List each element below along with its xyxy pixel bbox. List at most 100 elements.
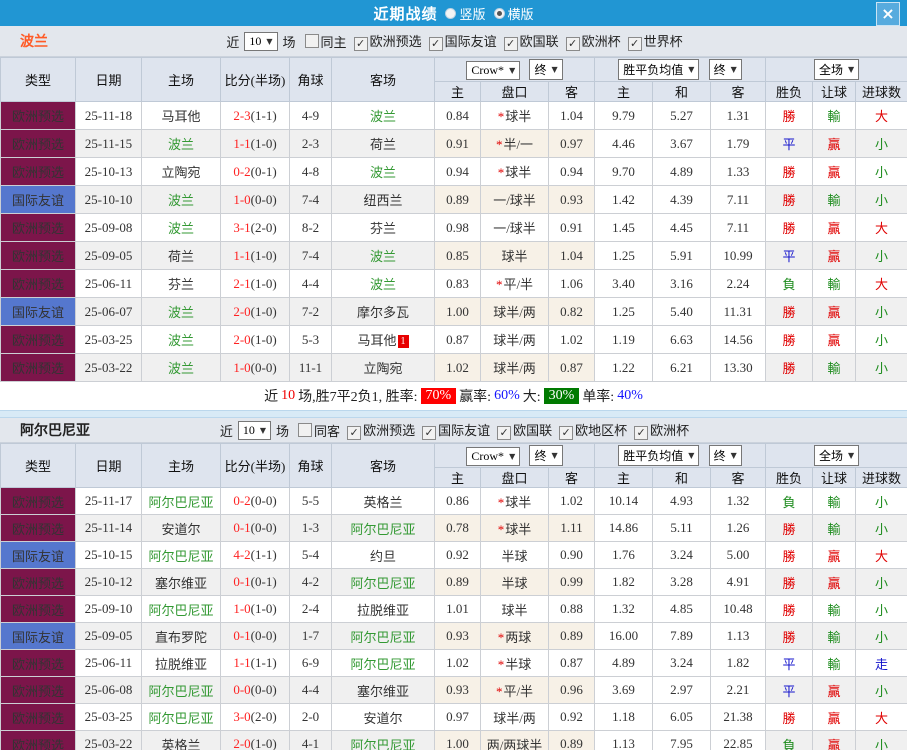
competition-checkbox[interactable]: ✓: [634, 426, 649, 440]
match-score: 2-0(1-0): [220, 730, 290, 750]
handicap-line: *两球: [480, 622, 549, 650]
match-date: 25-03-25: [75, 325, 142, 354]
match-date: 25-10-15: [75, 541, 142, 569]
match-type: 欧洲预选: [0, 595, 76, 623]
home-avg: 1.25: [594, 241, 654, 270]
away-team: 纽西兰: [331, 185, 435, 214]
chevron-down-icon: ▼: [730, 451, 737, 460]
col-score: 比分(半场): [220, 57, 290, 102]
avg-time-select[interactable]: 终 ▼: [708, 59, 742, 80]
match-score: 1-1(1-1): [220, 649, 290, 677]
competition-checkbox[interactable]: ✓: [353, 37, 368, 51]
horizontal-radio-icon[interactable]: [493, 7, 505, 19]
away-avg: 2.21: [710, 676, 767, 704]
match-score: 2-3(1-1): [220, 101, 290, 130]
odds-source-select[interactable]: Crow* ▼: [466, 61, 521, 80]
close-button[interactable]: ×: [876, 2, 900, 26]
away-avg: 1.79: [710, 129, 767, 158]
home-odds: 0.85: [434, 241, 481, 270]
home-team: 拉脱维亚: [141, 649, 221, 677]
result-goals: 小: [855, 297, 907, 326]
layout-vertical-option[interactable]: 竖版: [445, 4, 486, 23]
home-avg: 1.18: [594, 703, 654, 731]
competition-checkbox[interactable]: ✓: [627, 37, 642, 51]
match-row: 欧洲预选 25-10-12 塞尔维亚 0-1(0-1) 4-2 阿尔巴尼亚 0.89 半球 0.…: [0, 568, 907, 596]
avg-source-select[interactable]: 胜平负均值 ▼: [618, 445, 700, 466]
recent-count-select[interactable]: 10 ▼: [237, 420, 272, 440]
col-corner: 角球: [289, 443, 332, 488]
avg-time-select[interactable]: 终 ▼: [708, 445, 742, 466]
col-away-avg: 客: [710, 81, 767, 102]
recent-label: 近: [219, 423, 233, 439]
home-odds: 1.00: [434, 297, 481, 326]
match-date: 25-09-08: [75, 213, 142, 242]
home-odds: 0.84: [434, 101, 481, 130]
result-wdl: 勝: [765, 514, 814, 542]
handicap-line: *半/一: [480, 129, 549, 158]
match-row: 国际友谊 25-10-10 波兰 1-0(0-0) 7-4 纽西兰 0.89 一/球半 0.93…: [0, 185, 907, 214]
competition-checkbox[interactable]: ✓: [559, 426, 574, 440]
team-name: 波兰: [20, 35, 48, 50]
away-avg: 13.30: [710, 353, 767, 382]
competition-label: 欧洲预选: [363, 423, 416, 438]
odds-source-select[interactable]: Crow* ▼: [466, 447, 521, 466]
competition-checkbox[interactable]: ✓: [497, 426, 512, 440]
match-date: 25-06-08: [75, 676, 142, 704]
odds-time-select[interactable]: 终 ▼: [529, 59, 563, 80]
home-odds: 0.86: [434, 487, 481, 515]
result-wdl: 平: [765, 676, 814, 704]
result-goals: 小: [855, 622, 907, 650]
match-row: 欧洲预选 25-09-08 波兰 3-1(2-0) 8-2 芬兰 0.98 一/球半 0.91 1…: [0, 213, 907, 242]
match-date: 25-06-11: [75, 269, 142, 298]
match-score: 0-1(0-0): [220, 622, 290, 650]
match-score: 2-0(1-0): [220, 325, 290, 354]
match-row: 欧洲预选 25-06-11 芬兰 2-1(1-0) 4-4 波兰 0.83 *平/半 1.06 3…: [0, 269, 907, 298]
match-score: 1-0(0-0): [220, 185, 290, 214]
matches-label: 场: [276, 423, 290, 439]
home-team: 马耳他: [141, 101, 221, 130]
vertical-radio-icon[interactable]: [445, 7, 457, 19]
col-away: 客场: [331, 57, 435, 102]
result-handicap: 贏: [812, 241, 857, 270]
corner-count: 1-3: [289, 514, 332, 542]
summary-record: 场,胜7平2负1, 胜率:: [298, 390, 418, 405]
handicap-line: 一/球半: [480, 185, 549, 214]
result-handicap: 贏: [812, 676, 857, 704]
away-odds: 0.88: [547, 595, 596, 623]
match-date: 25-11-14: [75, 514, 142, 542]
away-avg: 7.11: [710, 185, 767, 214]
fullmatch-select[interactable]: 全场 ▼: [813, 59, 860, 80]
odds-time-select[interactable]: 终 ▼: [529, 445, 563, 466]
home-odds: 0.92: [434, 541, 481, 569]
match-score: 4-2(1-1): [220, 541, 290, 569]
home-team: 波兰: [141, 185, 221, 214]
handicap-line: 球半/两: [480, 325, 549, 354]
handicap-line: *半球: [480, 649, 549, 677]
competition-checkbox[interactable]: ✓: [422, 426, 437, 440]
layout-horizontal-option[interactable]: 横版: [493, 4, 534, 23]
corner-count: 4-2: [289, 568, 332, 596]
away-avg: 1.82: [710, 649, 767, 677]
fullmatch-select[interactable]: 全场 ▼: [813, 445, 860, 466]
away-odds: 0.94: [547, 157, 596, 186]
match-date: 25-11-18: [75, 101, 142, 130]
avg-source-select[interactable]: 胜平负均值 ▼: [618, 59, 700, 80]
same-venue-checkbox[interactable]: [298, 423, 313, 437]
team-filter-bar: 波兰 近 10 ▼ 场 同主 ✓ 欧洲预选 ✓ 国际友谊 ✓ 欧国联 ✓ 欧洲杯 ✓ 世界杯: [0, 26, 907, 57]
result-handicap: 輸: [812, 595, 857, 623]
home-team: 波兰: [141, 325, 221, 354]
col-type: 类型: [0, 57, 76, 102]
home-team: 波兰: [141, 129, 221, 158]
same-venue-checkbox[interactable]: [304, 34, 319, 48]
competition-checkbox[interactable]: ✓: [428, 37, 443, 51]
handicap-line: *球半: [480, 157, 549, 186]
competition-checkbox[interactable]: ✓: [565, 37, 580, 51]
competition-checkbox[interactable]: ✓: [503, 37, 518, 51]
recent-count-select[interactable]: 10 ▼: [244, 31, 278, 51]
home-odds: 1.00: [434, 730, 481, 750]
home-odds: 0.98: [434, 213, 481, 242]
competition-checkbox[interactable]: ✓: [347, 426, 362, 440]
col-away-avg: 客: [710, 467, 767, 488]
over-label: 大:: [522, 390, 541, 405]
result-goals: 走: [855, 649, 907, 677]
